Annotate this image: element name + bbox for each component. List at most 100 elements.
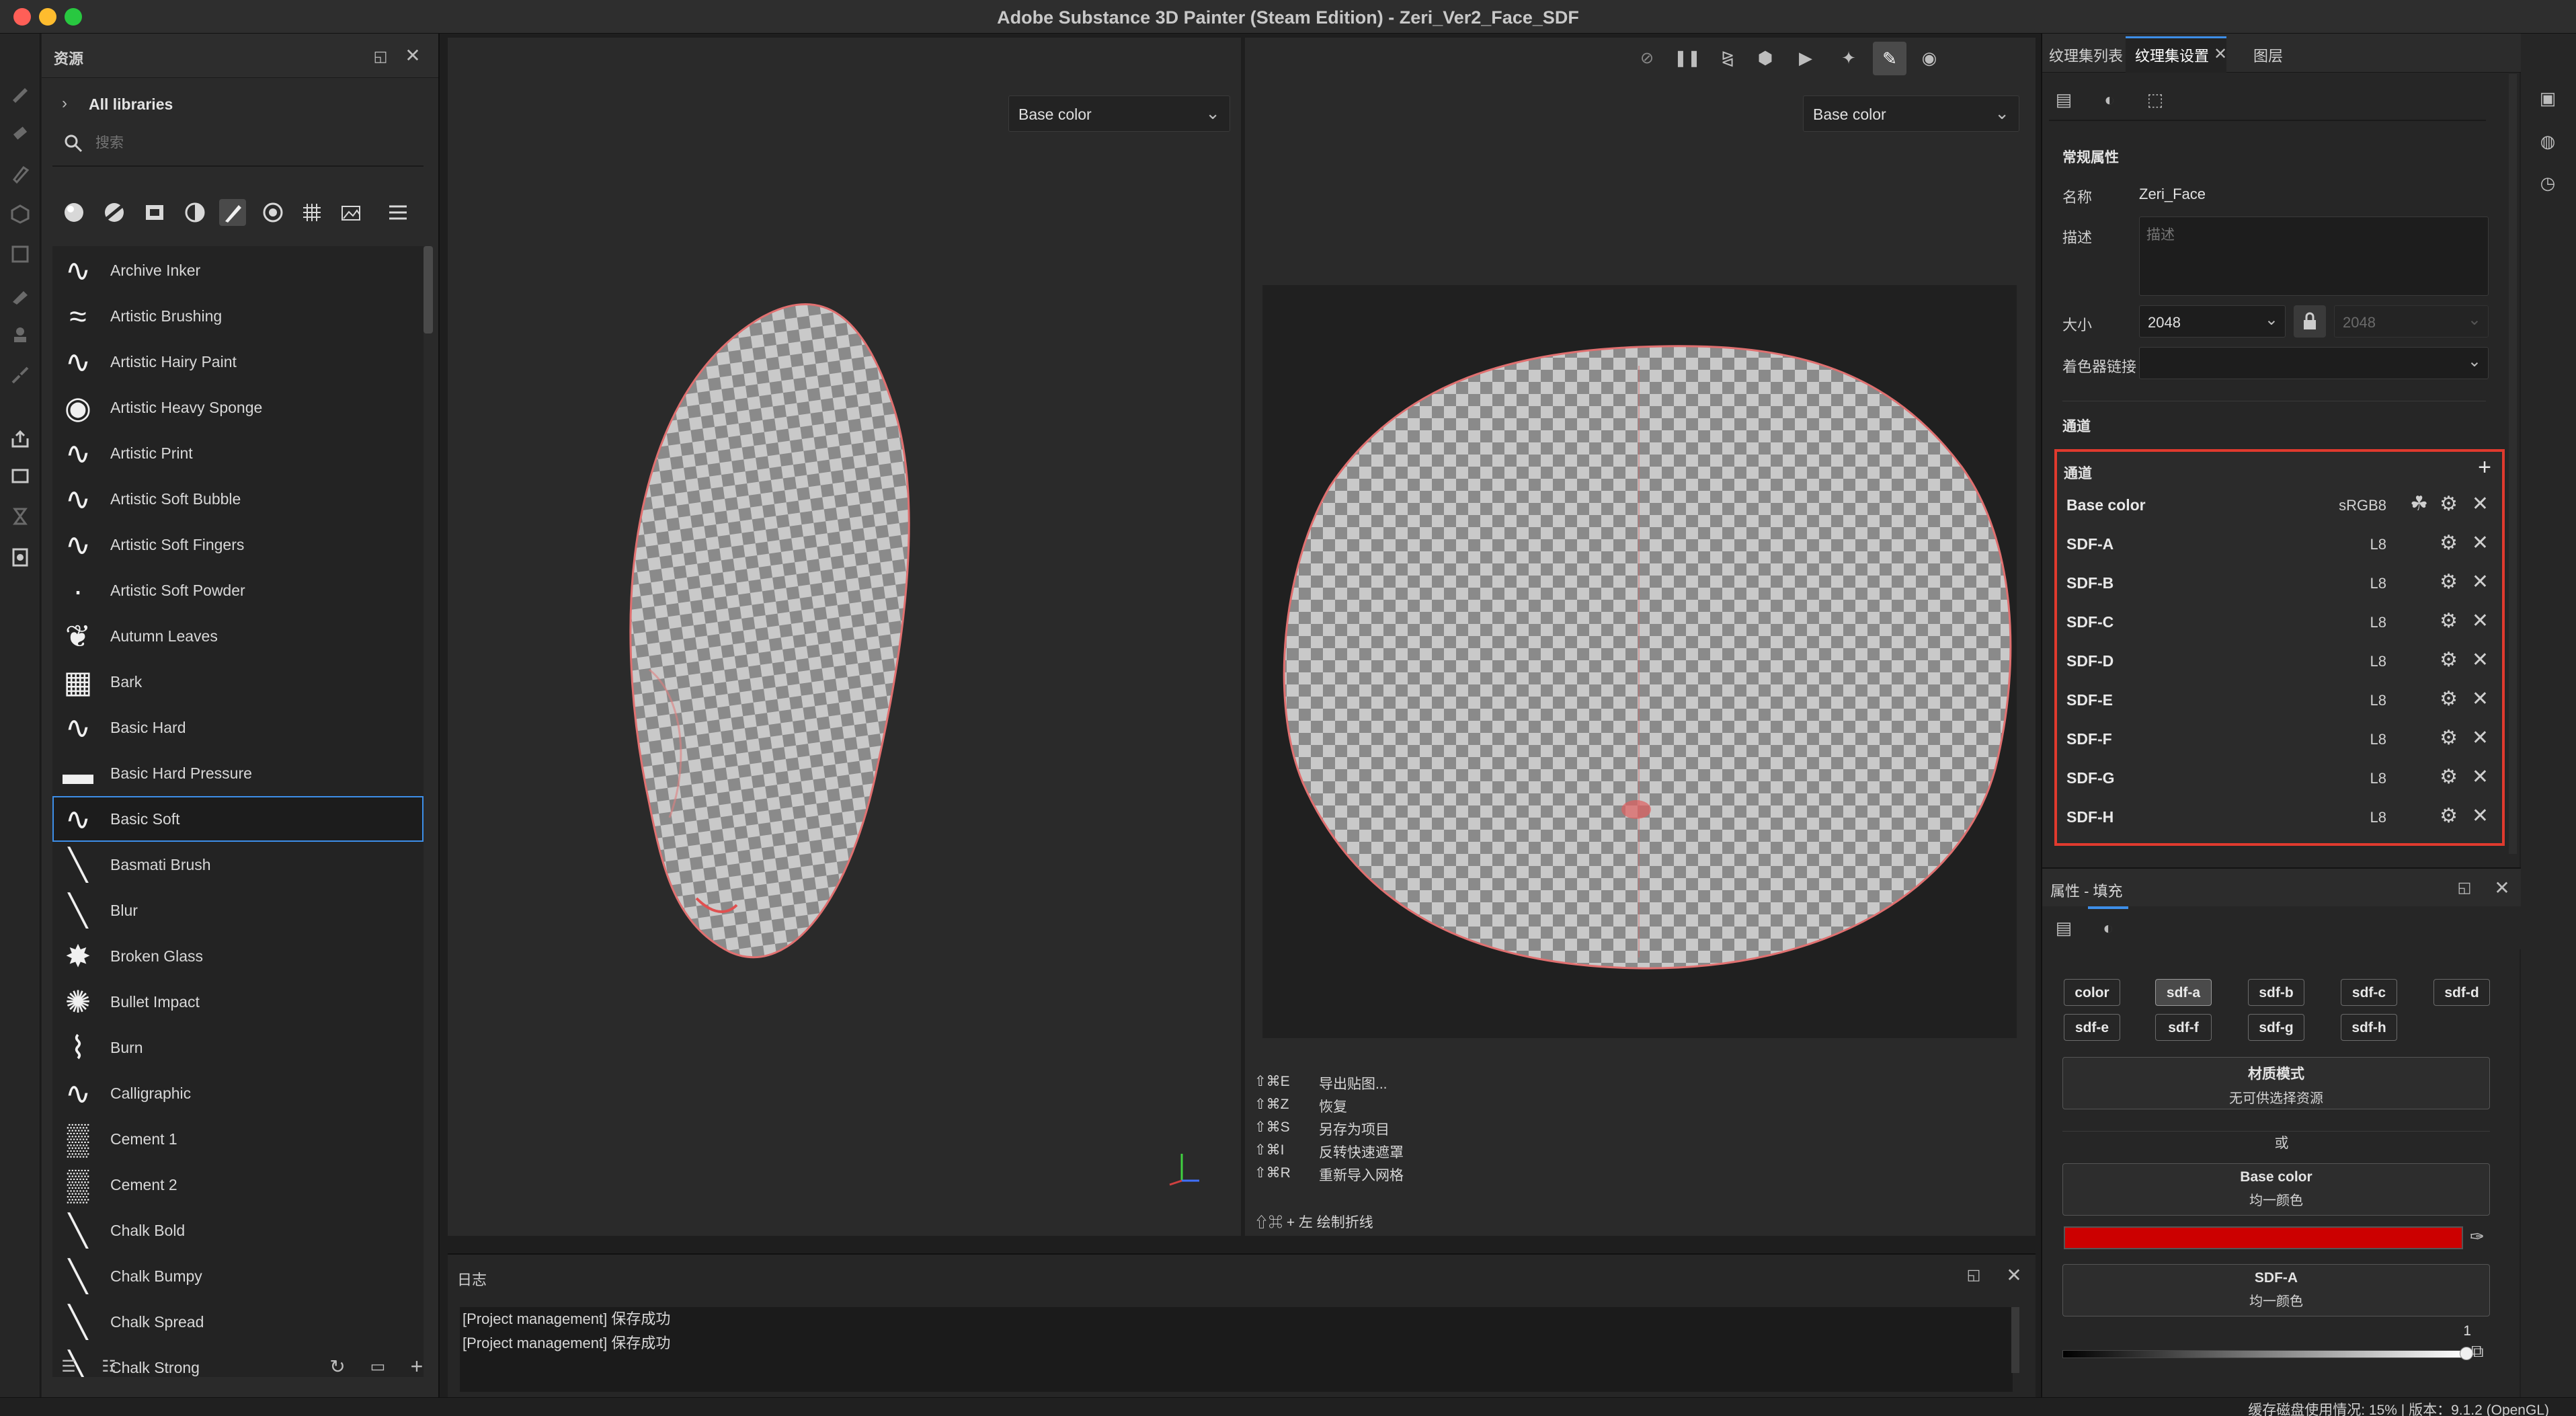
sdf-a-button[interactable]: SDF-A 均一颜色 bbox=[2062, 1264, 2490, 1316]
brush-item[interactable]: ∿ Artistic Print bbox=[52, 430, 424, 476]
brush-item[interactable]: · Artistic Soft Powder bbox=[52, 567, 424, 613]
channel-select-3d[interactable]: Base color ⌄ bbox=[1008, 95, 1230, 132]
cube-view-icon[interactable]: ⬢ bbox=[1752, 44, 1779, 71]
channel-tag-color[interactable]: color bbox=[2064, 979, 2120, 1006]
screenshot-icon[interactable]: ◉ bbox=[1916, 44, 1943, 71]
brush-item[interactable]: ∿ Artistic Hairy Paint bbox=[52, 339, 424, 385]
uv-canvas[interactable] bbox=[1262, 285, 2017, 1038]
channel-tag-sdf-b[interactable]: sdf-b bbox=[2248, 979, 2304, 1006]
library-breadcrumb[interactable]: › All libraries bbox=[62, 90, 411, 117]
fill-settings-icon[interactable]: ▤ bbox=[2050, 914, 2077, 941]
uv-frame-icon[interactable]: ⬚ bbox=[2142, 86, 2169, 113]
tab-layers[interactable]: 图层 bbox=[2253, 44, 2283, 66]
brush-item[interactable]: ∿ Artistic Soft Fingers bbox=[52, 522, 424, 567]
brush-item[interactable]: ╲ Chalk Bumpy bbox=[52, 1253, 424, 1299]
alpha-icon[interactable] bbox=[141, 199, 168, 226]
texture-map-icon[interactable]: ⧉ bbox=[2471, 1341, 2484, 1362]
close-tab-icon[interactable]: ✕ bbox=[2209, 40, 2232, 67]
sort-filter-icon[interactable]: ☷ bbox=[95, 1353, 122, 1380]
remove-channel-icon[interactable]: ✕ bbox=[2472, 648, 2489, 672]
viewport-3d[interactable]: Base color ⌄ bbox=[448, 38, 1241, 1236]
brush-item[interactable]: ╲ Blur bbox=[52, 888, 424, 933]
brush-item[interactable]: ❦ Autumn Leaves bbox=[52, 613, 424, 659]
channel-format[interactable]: L8 bbox=[2312, 614, 2386, 631]
clone-icon[interactable] bbox=[8, 282, 32, 307]
channel-tag-sdf-a[interactable]: sdf-a bbox=[2155, 979, 2212, 1006]
remove-channel-icon[interactable]: ✕ bbox=[2472, 531, 2489, 555]
description-field[interactable] bbox=[2139, 217, 2489, 296]
channel-format[interactable]: L8 bbox=[2312, 809, 2386, 826]
material-ball-icon[interactable]: ◐ bbox=[2095, 914, 2122, 941]
close-icon[interactable]: ✕ bbox=[2489, 874, 2515, 901]
close-icon[interactable]: ✕ bbox=[2001, 1261, 2027, 1288]
remove-channel-icon[interactable]: ✕ bbox=[2472, 687, 2489, 711]
color-profile-icon[interactable]: ☘ bbox=[2410, 492, 2428, 516]
material-picker-icon[interactable] bbox=[8, 323, 32, 347]
material-ball-icon[interactable]: ◐ bbox=[2096, 86, 2123, 113]
new-folder-icon[interactable]: ▭ bbox=[364, 1353, 391, 1380]
gear-icon[interactable]: ⚙ bbox=[2440, 570, 2458, 594]
size-select[interactable]: 2048 ⌄ bbox=[2139, 305, 2286, 338]
brush-item[interactable]: ∿ Artistic Soft Bubble bbox=[52, 476, 424, 522]
channel-row[interactable]: SDF-F L8 ⚙ ✕ bbox=[2060, 719, 2499, 758]
gear-icon[interactable]: ⚙ bbox=[2440, 492, 2458, 516]
selection-icon[interactable] bbox=[8, 363, 32, 387]
brush-item[interactable]: ▒ Cement 1 bbox=[52, 1116, 424, 1162]
pause-icon[interactable]: ❚❚ bbox=[1674, 44, 1701, 71]
channel-row[interactable]: Base color sRGB8 ☘ ⚙ ✕ bbox=[2060, 485, 2499, 524]
hide-overlay-icon[interactable]: ⊘ bbox=[1634, 44, 1660, 71]
material-mode-button[interactable]: 材质模式 无可供选择资源 bbox=[2062, 1057, 2490, 1109]
brush-item[interactable]: ≈ Artistic Brushing bbox=[52, 293, 424, 339]
brush-item[interactable]: ╲ Chalk Bold bbox=[52, 1208, 424, 1253]
uv-tool-icon[interactable] bbox=[8, 464, 32, 488]
brush-item[interactable]: ∿ Archive Inker bbox=[52, 247, 424, 293]
brush-item[interactable]: ✸ Broken Glass bbox=[52, 933, 424, 979]
channel-row[interactable]: SDF-E L8 ⚙ ✕ bbox=[2060, 680, 2499, 719]
remove-channel-icon[interactable]: ✕ bbox=[2472, 570, 2489, 594]
brush-item[interactable]: ▦ Bark bbox=[52, 659, 424, 705]
brush-item[interactable]: ╲ Chalk Spread bbox=[52, 1299, 424, 1345]
material-sphere-icon[interactable] bbox=[61, 199, 87, 226]
channel-select-2d[interactable]: Base color ⌄ bbox=[1803, 95, 2019, 132]
float-panel-icon[interactable]: ◱ bbox=[367, 43, 394, 70]
float-panel-icon[interactable]: ◱ bbox=[1960, 1261, 1987, 1288]
history-icon[interactable]: ◷ bbox=[2534, 169, 2561, 196]
channel-tag-sdf-h[interactable]: sdf-h bbox=[2341, 1014, 2397, 1041]
search-input[interactable] bbox=[95, 132, 418, 155]
gear-icon[interactable]: ⚙ bbox=[2440, 804, 2458, 828]
base-color-swatch[interactable] bbox=[2064, 1226, 2463, 1249]
channel-row[interactable]: SDF-A L8 ⚙ ✕ bbox=[2060, 524, 2499, 563]
channel-row[interactable]: SDF-B L8 ⚙ ✕ bbox=[2060, 563, 2499, 602]
head-mesh-3d[interactable] bbox=[622, 293, 945, 992]
iray-render-icon[interactable]: ✦ bbox=[1835, 44, 1862, 71]
list-view-icon[interactable] bbox=[385, 199, 411, 226]
projection-icon[interactable] bbox=[8, 161, 32, 186]
channel-tag-sdf-c[interactable]: sdf-c bbox=[2341, 979, 2397, 1006]
brush-item[interactable]: ◉ Artistic Heavy Sponge bbox=[52, 385, 424, 430]
environment-icon[interactable] bbox=[337, 199, 364, 226]
remove-channel-icon[interactable]: ✕ bbox=[2472, 492, 2489, 516]
camera-bake-icon[interactable] bbox=[8, 545, 32, 569]
brush-item[interactable]: ∿ Basic Hard bbox=[52, 705, 424, 750]
sdf-a-slider[interactable] bbox=[2062, 1347, 2473, 1360]
eraser-icon[interactable] bbox=[8, 121, 32, 145]
remove-channel-icon[interactable]: ✕ bbox=[2472, 726, 2489, 750]
channel-tag-sdf-f[interactable]: sdf-f bbox=[2155, 1014, 2212, 1041]
channel-tag-sdf-e[interactable]: sdf-e bbox=[2064, 1014, 2120, 1041]
channel-format[interactable]: L8 bbox=[2312, 575, 2386, 592]
paint-mode-icon[interactable]: ✎ bbox=[1873, 42, 1906, 75]
gear-icon[interactable]: ⚙ bbox=[2440, 726, 2458, 750]
bake-export-icon[interactable] bbox=[8, 427, 32, 451]
gear-icon[interactable]: ⚙ bbox=[2440, 648, 2458, 672]
tab-texture-set-settings[interactable]: 纹理集设置 bbox=[2135, 44, 2209, 66]
paint-brush-icon[interactable] bbox=[8, 81, 32, 105]
log-scrollbar[interactable] bbox=[2011, 1307, 2019, 1373]
list-scrollbar[interactable] bbox=[424, 246, 433, 333]
display-settings-icon[interactable]: ◍ bbox=[2534, 128, 2561, 155]
shader-link-select[interactable]: ⌄ bbox=[2139, 347, 2489, 379]
sort-icon[interactable]: ☰ bbox=[55, 1353, 82, 1380]
channel-format[interactable]: L8 bbox=[2312, 653, 2386, 670]
lock-icon[interactable] bbox=[2294, 305, 2326, 338]
brush-item[interactable]: ⌇ Burn bbox=[52, 1025, 424, 1070]
smudge-icon[interactable] bbox=[8, 242, 32, 266]
